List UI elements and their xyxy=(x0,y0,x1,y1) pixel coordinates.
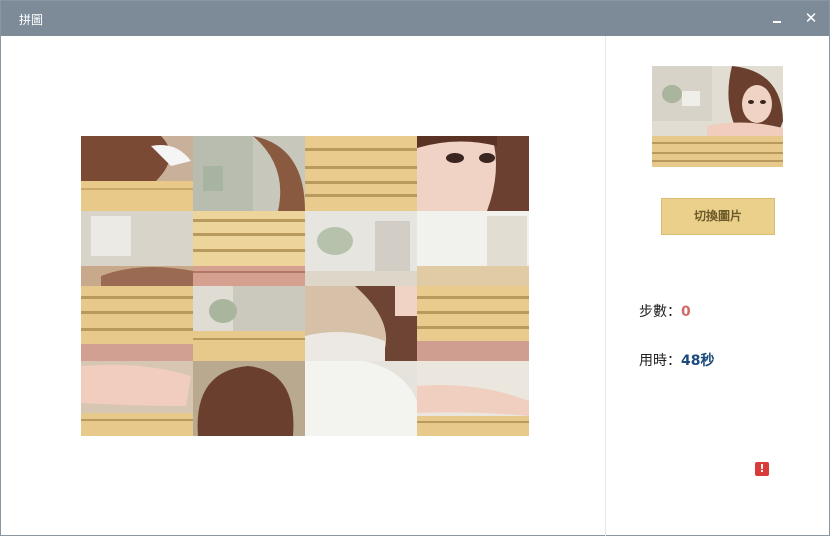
window-title: 拼圖 xyxy=(19,13,44,27)
alert-icon[interactable]: ! xyxy=(755,462,769,476)
steps-value: 0 xyxy=(681,304,691,320)
close-icon[interactable]: ✕ xyxy=(802,9,820,27)
switch-image-button[interactable]: 切換圖片 xyxy=(661,198,775,235)
puzzle-tile[interactable] xyxy=(81,136,193,211)
puzzle-tile[interactable] xyxy=(417,361,529,436)
puzzle-tile[interactable] xyxy=(193,211,305,286)
steps-counter: 步數：0 xyxy=(639,301,691,321)
time-value: 48秒 xyxy=(681,353,715,369)
puzzle-tile[interactable] xyxy=(81,211,193,286)
puzzle-tile[interactable] xyxy=(305,211,417,286)
puzzle-tile[interactable] xyxy=(193,286,305,361)
time-counter: 用時：48秒 xyxy=(639,350,714,370)
puzzle-tile[interactable] xyxy=(193,361,305,436)
title-bar: 拼圖 ✕ xyxy=(1,1,829,36)
puzzle-window: 拼圖 ✕ 切換圖片 步數：0 用時：48秒 ! xyxy=(0,0,830,536)
puzzle-tile[interactable] xyxy=(305,286,417,361)
minimize-icon[interactable] xyxy=(768,9,786,27)
puzzle-board xyxy=(81,136,529,436)
puzzle-tile[interactable] xyxy=(417,286,529,361)
puzzle-tile[interactable] xyxy=(81,286,193,361)
puzzle-tile[interactable] xyxy=(305,136,417,211)
puzzle-tile[interactable] xyxy=(193,136,305,211)
time-label: 用時： xyxy=(639,353,681,369)
panel-divider xyxy=(605,36,606,536)
steps-label: 步數： xyxy=(639,304,681,320)
puzzle-tile[interactable] xyxy=(305,361,417,436)
puzzle-tile[interactable] xyxy=(81,361,193,436)
preview-thumbnail xyxy=(652,66,783,167)
puzzle-tile[interactable] xyxy=(417,211,529,286)
puzzle-tile[interactable] xyxy=(417,136,529,211)
